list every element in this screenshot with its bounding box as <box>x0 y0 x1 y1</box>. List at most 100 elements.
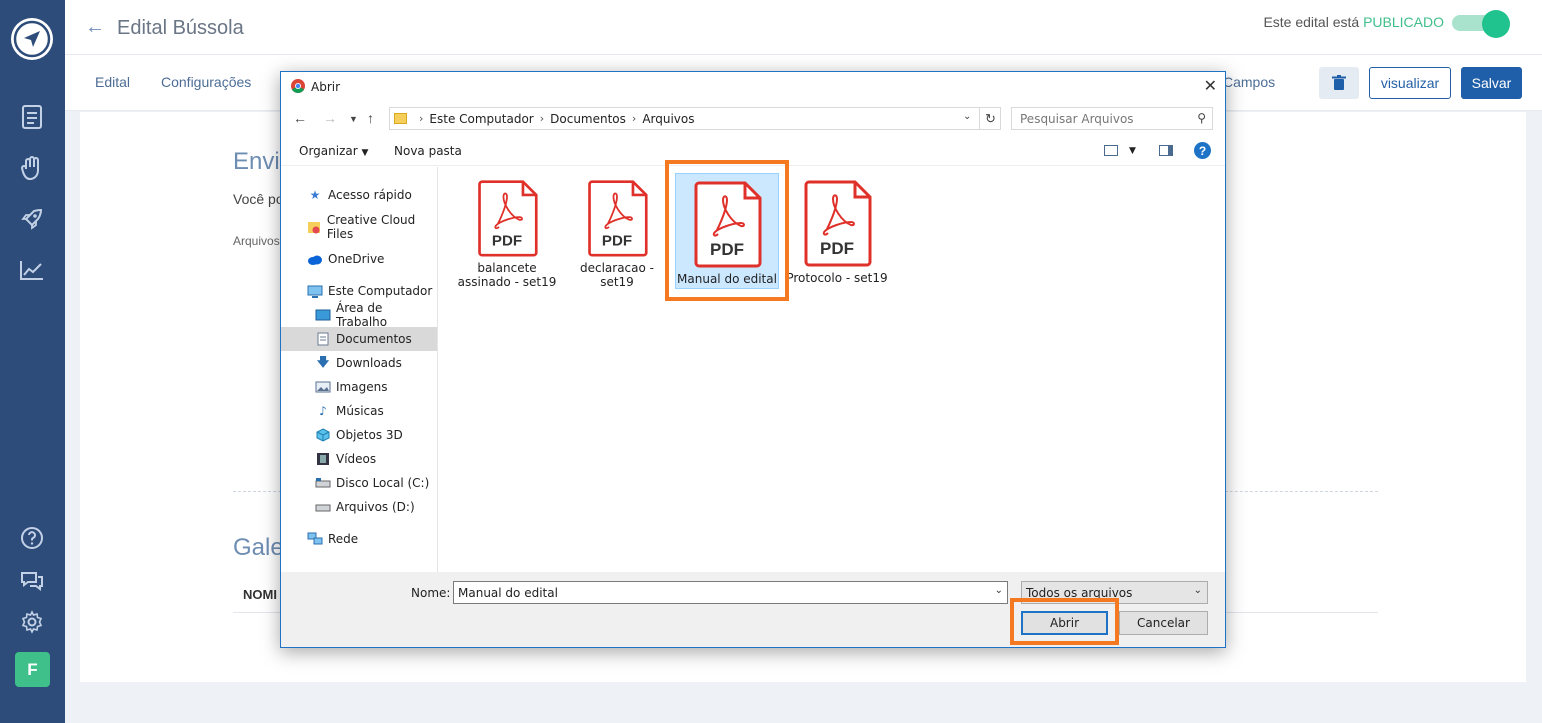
nav-item-label: OneDrive <box>328 252 385 266</box>
music-icon: ♪ <box>319 404 327 418</box>
nav-item-creative-cloud[interactable]: Creative Cloud Files <box>281 213 437 241</box>
file-item-declaracao[interactable]: PDF declaracao - set19 <box>565 173 669 289</box>
breadcrumb-arquivos[interactable]: Arquivos <box>642 112 694 126</box>
nav-item-label: Disco Local (C:) <box>336 476 430 490</box>
nav-item-este-computador[interactable]: Este Computador <box>281 279 437 303</box>
cancel-button[interactable]: Cancelar <box>1119 611 1208 635</box>
status-badge: PUBLICADO <box>1363 14 1444 30</box>
cloud-icon <box>307 252 323 266</box>
video-icon <box>315 452 331 466</box>
nav-item-videos[interactable]: Vídeos <box>281 447 437 471</box>
tab-campos[interactable]: Campos <box>1223 74 1275 90</box>
delete-button[interactable] <box>1319 67 1359 99</box>
nav-item-objetos-3d[interactable]: Objetos 3D <box>281 423 437 447</box>
back-arrow-icon[interactable]: ← <box>85 16 105 39</box>
breadcrumb-documentos[interactable]: Documentos <box>550 112 626 126</box>
images-icon <box>315 380 331 394</box>
file-type-value: Todos os arquivos <box>1026 586 1133 600</box>
pdf-label: PDF <box>492 232 522 249</box>
dialog-title: Abrir <box>311 80 341 94</box>
chevron-right-icon: › <box>539 112 545 125</box>
section-title-gallery: Gale <box>233 534 284 561</box>
nav-item-onedrive[interactable]: OneDrive <box>281 247 437 271</box>
address-dropdown-icon[interactable]: ⌄ <box>963 111 971 122</box>
app-header: ← Edital Bússola Este edital está PUBLIC… <box>65 0 1542 55</box>
rocket-icon[interactable] <box>18 205 46 233</box>
creative-cloud-icon <box>307 220 322 234</box>
file-name-line1: Protocolo - set19 <box>786 271 888 285</box>
view-mode-icon[interactable] <box>1104 145 1118 156</box>
file-name-line2: assinado - set19 <box>457 275 557 289</box>
preview-pane-icon[interactable] <box>1159 145 1173 156</box>
view-button[interactable]: visualizar <box>1369 67 1451 99</box>
gear-icon[interactable] <box>18 608 46 636</box>
nav-item-disco-local[interactable]: Disco Local (C:) <box>281 471 437 495</box>
download-icon: 🡇 <box>316 354 330 369</box>
logo-navigation-icon[interactable] <box>11 18 53 60</box>
drive-icon <box>315 500 331 514</box>
nav-item-documentos[interactable]: Documentos <box>281 327 437 351</box>
trash-icon <box>1332 75 1346 90</box>
nav-item-imagens[interactable]: Imagens <box>281 375 437 399</box>
file-item-protocolo[interactable]: PDF Protocolo - set19 <box>785 173 889 289</box>
tab-edital[interactable]: Edital <box>95 74 130 90</box>
pdf-label: PDF <box>710 240 744 259</box>
file-name: Protocolo - set19 <box>786 271 887 285</box>
nav-item-arquivos-d[interactable]: Arquivos (D:) <box>281 495 437 519</box>
drive-icon <box>315 476 331 490</box>
page-title: Edital Bússola <box>117 17 244 39</box>
file-name-label: Nome: <box>411 586 451 600</box>
folder-icon <box>394 113 407 124</box>
nav-item-label: Rede <box>328 532 359 546</box>
toggle-knob <box>1482 10 1510 38</box>
pdf-file-icon: PDF <box>694 181 762 268</box>
file-item-balancete[interactable]: PDF balancete assinado - set19 <box>455 173 559 289</box>
hand-icon[interactable] <box>18 154 46 182</box>
file-type-select[interactable]: Todos os arquivos ⌄ <box>1021 581 1208 604</box>
organize-menu[interactable]: Organizar ▼ <box>299 144 368 158</box>
nav-item-label: Imagens <box>336 380 388 394</box>
file-name-line2: set19 <box>600 275 634 289</box>
new-folder-button[interactable]: Nova pasta <box>394 144 462 158</box>
nav-item-musicas[interactable]: ♪ Músicas <box>281 399 437 423</box>
avatar[interactable]: F <box>15 652 50 687</box>
section-title-upload: Envi <box>233 148 280 175</box>
file-name-line1: Manual do edital <box>677 272 777 286</box>
tab-configuracoes[interactable]: Configurações <box>161 74 251 90</box>
refresh-icon[interactable]: ↻ <box>979 107 1001 130</box>
address-bar[interactable]: › Este Computador › Documentos › Arquivo… <box>389 107 1001 130</box>
nav-item-rede[interactable]: Rede <box>281 527 437 551</box>
chat-icon[interactable] <box>18 566 46 594</box>
file-item-manual-do-edital[interactable]: PDF Manual do edital <box>675 173 779 289</box>
chevron-down-icon[interactable]: ⌄ <box>995 585 1003 596</box>
open-file-dialog: Abrir ✕ ← → ▼ ↑ › Este Computador › Docu… <box>280 71 1226 648</box>
forward-icon[interactable]: → <box>323 110 337 126</box>
nav-item-label: Acesso rápido <box>328 188 412 202</box>
nav-item-downloads[interactable]: 🡇 Downloads <box>281 351 437 375</box>
search-input[interactable]: Pesquisar Arquivos ⚲ <box>1011 107 1213 130</box>
help-icon[interactable] <box>18 524 46 552</box>
back-icon[interactable]: ← <box>293 110 307 126</box>
up-folder-icon[interactable]: ↑ <box>367 110 374 126</box>
organize-label: Organizar <box>299 144 358 158</box>
breadcrumb-este-computador[interactable]: Este Computador <box>429 112 533 126</box>
save-button[interactable]: Salvar <box>1461 67 1522 99</box>
section-description: Você po <box>233 191 284 207</box>
nav-item-label: Creative Cloud Files <box>326 213 416 241</box>
chevron-down-icon: ▼ <box>361 148 369 158</box>
publish-toggle[interactable] <box>1452 10 1516 38</box>
nav-item-label: Downloads <box>336 356 402 370</box>
open-button[interactable]: Abrir <box>1021 611 1108 635</box>
nav-item-label: Este Computador <box>328 284 433 298</box>
document-icon[interactable] <box>18 103 46 131</box>
chart-icon[interactable] <box>18 256 46 284</box>
nav-item-acesso-rapido[interactable]: ★ Acesso rápido <box>281 183 437 207</box>
view-mode-chevron-icon[interactable]: ▼ <box>1129 146 1136 156</box>
nav-item-area-de-trabalho[interactable]: Área de Trabalho <box>281 301 437 329</box>
close-icon[interactable]: ✕ <box>1204 76 1217 96</box>
file-name-input[interactable]: Manual do edital ⌄ <box>453 581 1008 604</box>
cube-icon <box>315 428 331 442</box>
file-name-line1: balancete <box>477 261 537 275</box>
help-icon[interactable]: ? <box>1194 142 1211 159</box>
recent-locations-chevron-icon[interactable]: ▼ <box>349 114 358 124</box>
